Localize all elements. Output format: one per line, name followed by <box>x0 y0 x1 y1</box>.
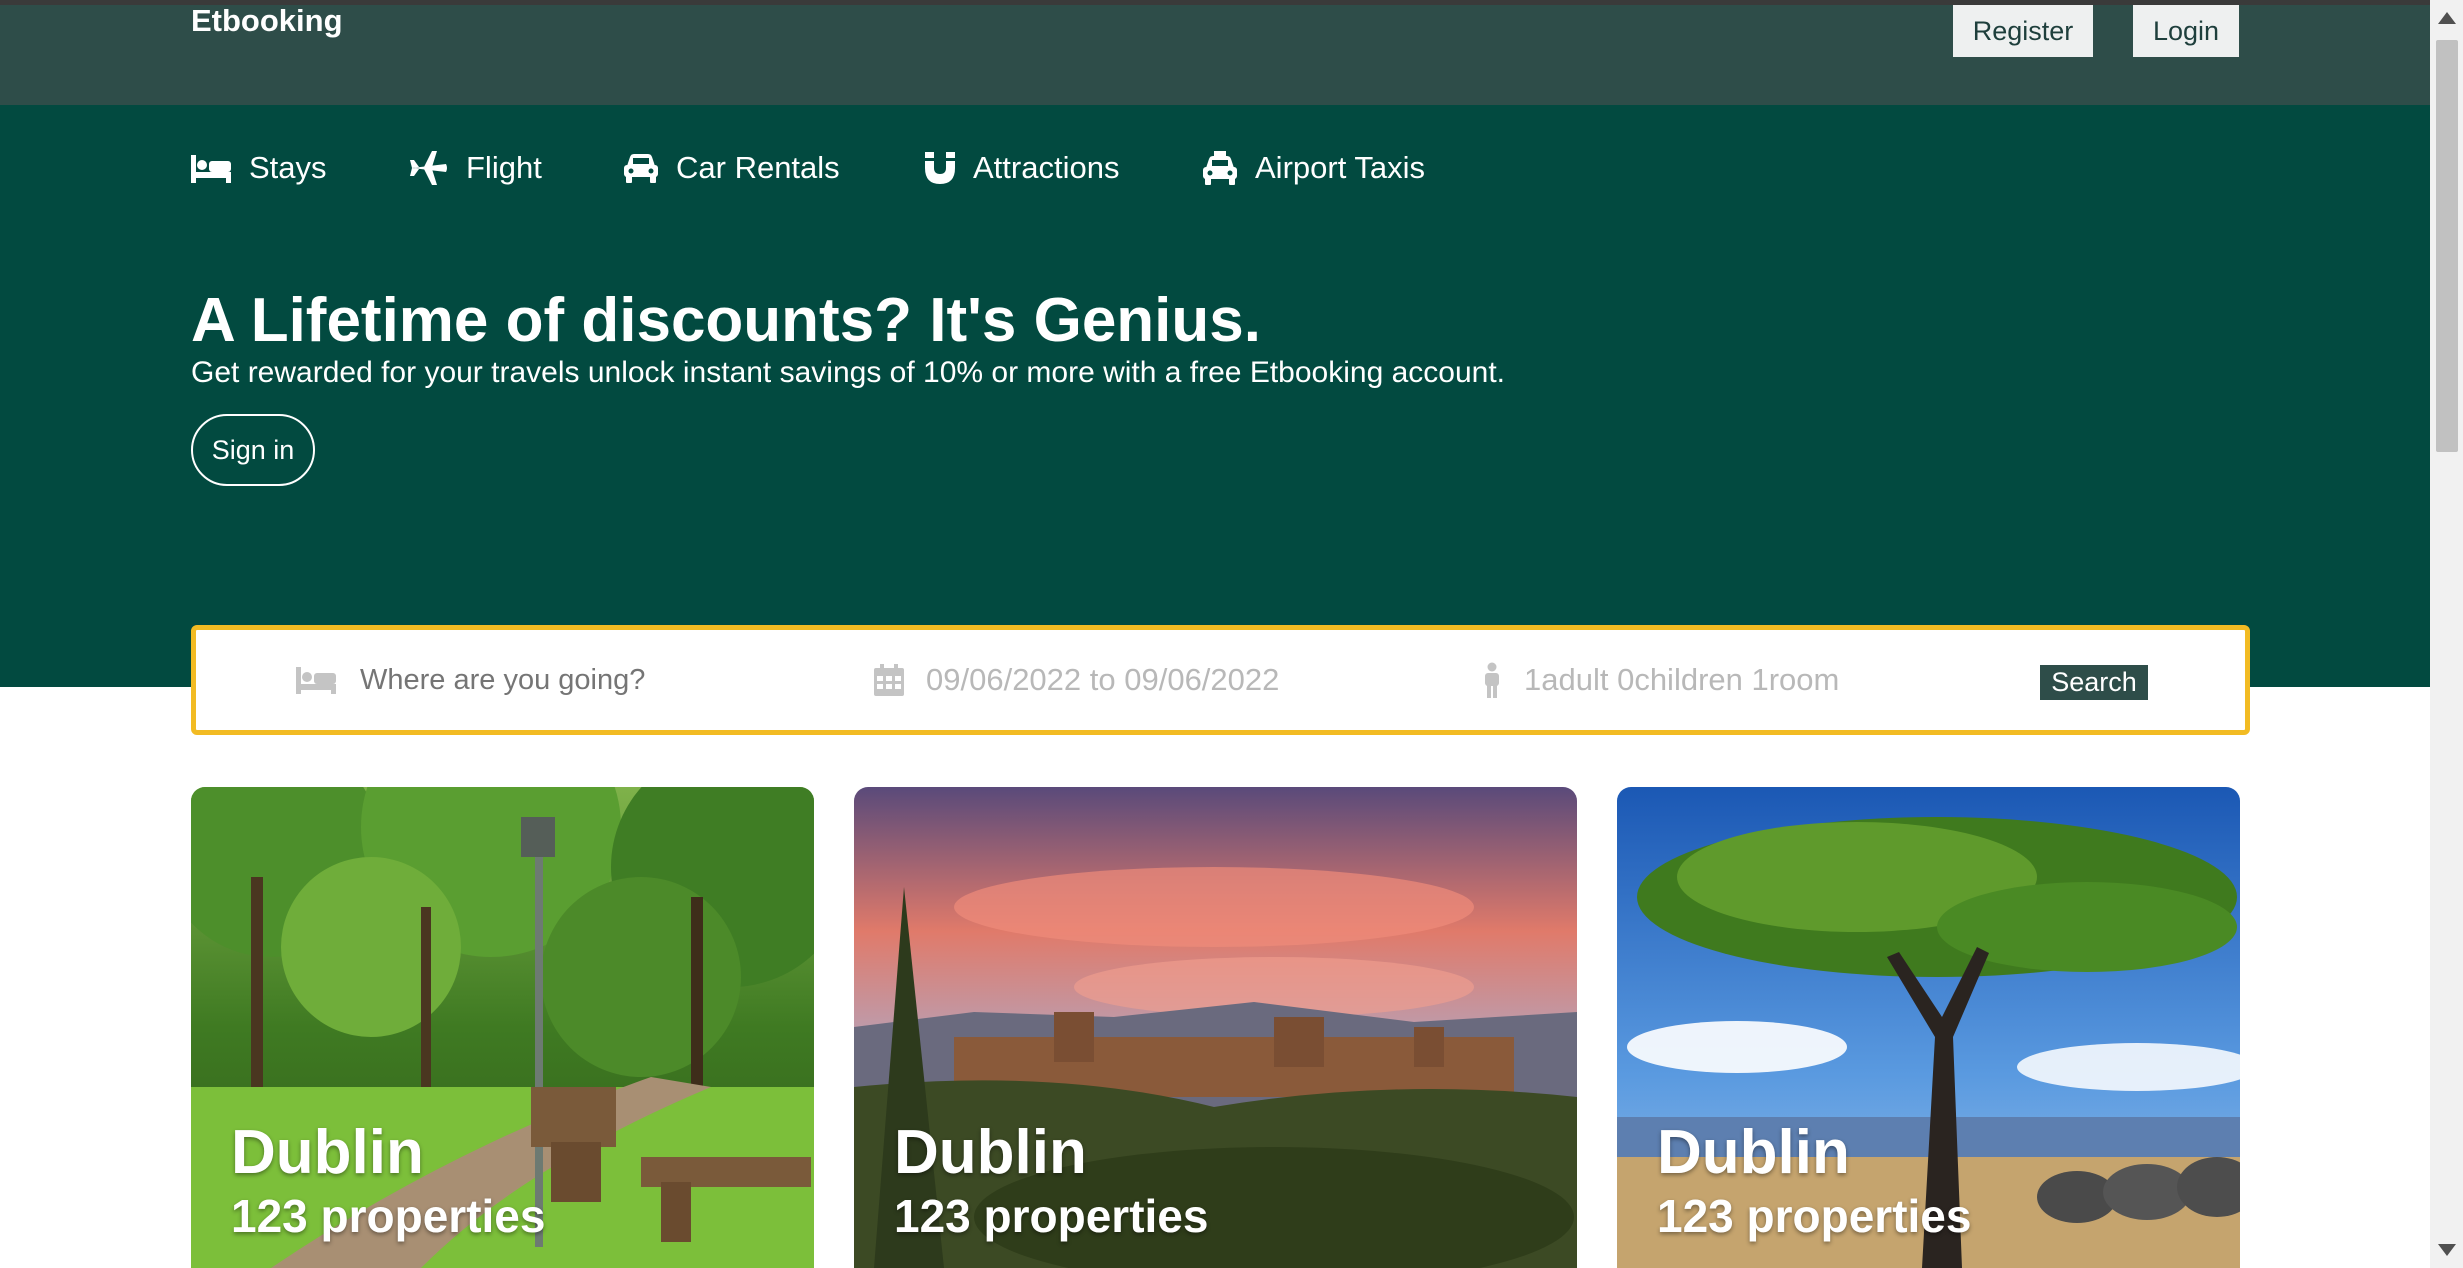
date-range-text[interactable]: 09/06/2022 to 09/06/2022 <box>926 662 1279 698</box>
search-button[interactable]: Search <box>2040 665 2148 700</box>
bed-icon <box>191 155 231 183</box>
login-button[interactable]: Login <box>2133 5 2239 57</box>
featured-card[interactable]: Dublin 123 properties <box>854 787 1577 1268</box>
card-properties: 123 properties <box>1657 1190 1972 1242</box>
guests-text[interactable]: 1adult 0children 1room <box>1524 662 1839 698</box>
search-bar: 09/06/2022 to 09/06/2022 1adult 0childre… <box>191 625 2250 735</box>
featured-card[interactable]: Dublin 123 properties <box>191 787 814 1268</box>
sign-in-button[interactable]: Sign in <box>191 414 315 486</box>
nav-label: Car Rentals <box>676 150 840 185</box>
nav-item-car-rentals[interactable]: Car Rentals <box>624 143 840 193</box>
bed-icon <box>296 667 336 694</box>
scrollbar-thumb[interactable] <box>2436 40 2458 452</box>
nav-item-flight[interactable]: Flight <box>410 143 542 193</box>
nav-label: Stays <box>249 150 327 185</box>
brand-logo[interactable]: Etbooking <box>191 3 343 39</box>
card-properties: 123 properties <box>231 1190 546 1242</box>
date-field[interactable]: 09/06/2022 to 09/06/2022 <box>874 630 1394 730</box>
card-city: Dublin <box>1657 1118 1850 1187</box>
destination-field[interactable] <box>296 630 856 730</box>
person-icon <box>1485 662 1499 698</box>
featured-card[interactable]: Dublin 123 properties <box>1617 787 2240 1268</box>
plane-icon <box>410 151 447 185</box>
hero-subtitle: Get rewarded for your travels unlock ins… <box>191 356 1505 389</box>
nav-label: Flight <box>466 150 542 185</box>
nav-label: Attractions <box>973 150 1120 185</box>
scroll-down-arrow[interactable] <box>2438 1244 2456 1256</box>
card-properties: 123 properties <box>894 1190 1209 1242</box>
nav-label: Airport Taxis <box>1255 150 1425 185</box>
calendar-icon <box>874 664 904 696</box>
destination-input[interactable] <box>358 662 842 698</box>
hero-title: A Lifetime of discounts? It's Genius. <box>191 286 1261 355</box>
hero-section: Stays Flight Car Rentals Attractions Air… <box>0 105 2430 687</box>
top-bar: Etbooking Register Login <box>0 3 2430 105</box>
taxi-icon <box>1203 151 1237 185</box>
magnet-icon <box>925 152 955 184</box>
guests-field[interactable]: 1adult 0children 1room <box>1482 630 2002 730</box>
nav-item-attractions[interactable]: Attractions <box>925 143 1119 193</box>
car-icon <box>624 154 658 183</box>
card-city: Dublin <box>231 1118 424 1187</box>
nav-item-airport-taxis[interactable]: Airport Taxis <box>1203 143 1425 193</box>
register-button[interactable]: Register <box>1953 5 2093 57</box>
scroll-up-arrow[interactable] <box>2438 12 2456 24</box>
nav-item-stays[interactable]: Stays <box>191 143 327 193</box>
card-city: Dublin <box>894 1118 1087 1187</box>
